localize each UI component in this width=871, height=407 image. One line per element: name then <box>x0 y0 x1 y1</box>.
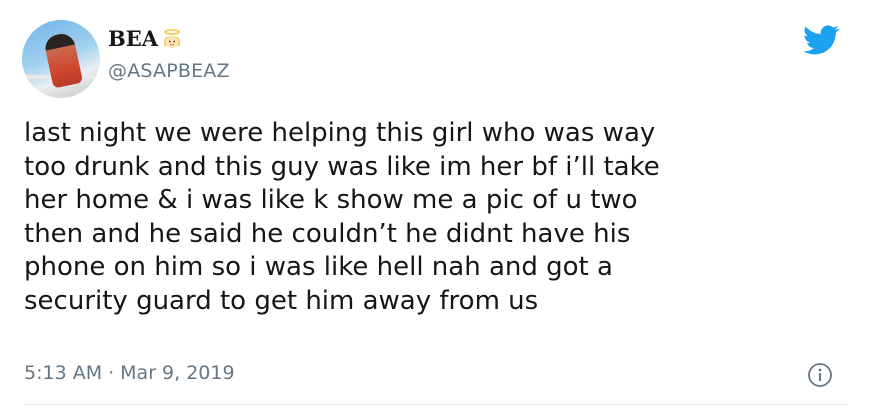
divider <box>24 404 847 405</box>
avatar-figure <box>42 31 84 89</box>
user-handle[interactable]: @ASAPBEAZ <box>108 60 230 82</box>
tweet-text: last night we were helping this girl who… <box>24 118 660 316</box>
display-name[interactable]: BEA <box>108 26 183 51</box>
info-icon[interactable] <box>807 362 833 388</box>
timestamp-separator: · <box>108 362 115 384</box>
display-name-text: BEA <box>108 26 159 51</box>
avatar[interactable] <box>22 20 100 98</box>
tweet-card: BEA @ASAPBEAZ last night we were helping… <box>0 0 871 407</box>
twitter-bird-icon[interactable] <box>803 25 840 55</box>
tweet-date: Mar 9, 2019 <box>120 362 235 384</box>
tweet-time: 5:13 AM <box>24 362 103 384</box>
tweet-timestamp[interactable]: 5:13 AM · Mar 9, 2019 <box>24 362 235 384</box>
angel-emoji-icon <box>161 28 183 50</box>
